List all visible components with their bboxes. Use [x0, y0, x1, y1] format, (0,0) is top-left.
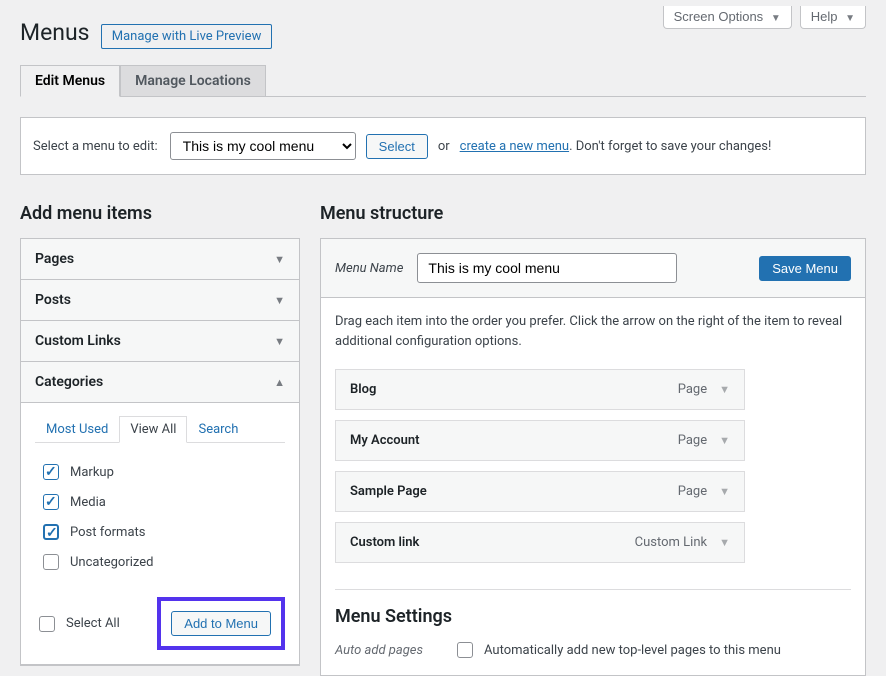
panel-posts-label: Posts — [35, 292, 71, 308]
menu-item[interactable]: Sample Page Page ▼ — [335, 471, 745, 512]
category-checkbox-post-formats[interactable] — [43, 524, 59, 540]
help-toggle[interactable]: Help ▼ — [800, 6, 866, 29]
select-menu-button[interactable]: Select — [366, 134, 428, 159]
panel-posts[interactable]: Posts ▼ — [21, 280, 299, 321]
live-preview-button[interactable]: Manage with Live Preview — [101, 24, 273, 49]
auto-add-pages-option[interactable]: Automatically add new top-level pages to… — [453, 639, 781, 661]
tab-edit-menus[interactable]: Edit Menus — [20, 65, 120, 97]
panel-pages[interactable]: Pages ▼ — [21, 239, 299, 280]
sub-tab-search[interactable]: Search — [187, 416, 249, 443]
help-label: Help — [811, 9, 838, 24]
caret-up-icon: ▲ — [274, 376, 285, 389]
caret-down-icon: ▼ — [274, 294, 285, 307]
category-item-post-formats[interactable]: Post formats — [39, 517, 281, 547]
separator — [335, 589, 851, 590]
menu-item[interactable]: My Account Page ▼ — [335, 420, 745, 461]
caret-down-icon[interactable]: ▼ — [719, 434, 730, 447]
panel-custom-links-label: Custom Links — [35, 333, 121, 349]
save-menu-button[interactable]: Save Menu — [759, 256, 851, 281]
category-item-uncategorized[interactable]: Uncategorized — [39, 547, 281, 577]
menu-item-name: Sample Page — [350, 484, 427, 499]
menu-item-type: Custom Link — [635, 535, 707, 550]
category-checkbox-media[interactable] — [43, 494, 59, 510]
panel-custom-links[interactable]: Custom Links ▼ — [21, 321, 299, 362]
screen-options-label: Screen Options — [674, 9, 764, 24]
menu-item-name: My Account — [350, 433, 420, 448]
page-title: Menus — [20, 10, 90, 50]
caret-down-icon: ▼ — [274, 335, 285, 348]
select-all-toggle[interactable]: Select All — [35, 613, 120, 635]
tab-manage-locations[interactable]: Manage Locations — [120, 65, 266, 96]
menu-item[interactable]: Custom link Custom Link ▼ — [335, 522, 745, 563]
menu-item-type: Page — [678, 382, 707, 397]
auto-add-pages-checkbox[interactable] — [457, 642, 473, 658]
edit-bar-tail: . Don't forget to save your changes! — [569, 139, 771, 154]
menu-item-name: Custom link — [350, 535, 419, 550]
or-text: or — [438, 139, 450, 154]
add-menu-items-heading: Add menu items — [20, 203, 300, 224]
create-new-menu-link[interactable]: create a new menu — [460, 139, 569, 154]
select-all-checkbox[interactable] — [39, 616, 55, 632]
menu-structure-heading: Menu structure — [320, 203, 866, 224]
menu-select-dropdown[interactable]: This is my cool menu — [170, 132, 356, 160]
menu-header: Menu Name Save Menu — [321, 239, 865, 298]
menu-name-label: Menu Name — [335, 261, 403, 276]
select-menu-label: Select a menu to edit: — [33, 139, 158, 154]
panel-pages-label: Pages — [35, 251, 74, 267]
caret-down-icon: ▼ — [845, 13, 855, 24]
panel-categories-body: Most Used View All Search Markup Media — [21, 415, 299, 665]
menu-items-accordion: Pages ▼ Posts ▼ Custom Links ▼ Categorie… — [20, 238, 300, 666]
sub-tab-most-used[interactable]: Most Used — [35, 416, 119, 443]
category-label: Post formats — [70, 525, 146, 540]
category-list: Markup Media Post formats Uncategor — [21, 453, 299, 581]
caret-down-icon[interactable]: ▼ — [719, 383, 730, 396]
select-all-label: Select All — [66, 616, 120, 631]
panel-categories[interactable]: Categories ▲ — [21, 362, 299, 403]
category-checkbox-markup[interactable] — [43, 464, 59, 480]
auto-add-pages-label: Auto add pages — [335, 643, 435, 658]
menu-item-type: Page — [678, 484, 707, 499]
category-checkbox-uncategorized[interactable] — [43, 554, 59, 570]
menu-item-type: Page — [678, 433, 707, 448]
nav-tabs: Edit MenusManage Locations — [20, 64, 866, 97]
menu-frame: Menu Name Save Menu Drag each item into … — [320, 238, 866, 676]
screen-options-toggle[interactable]: Screen Options ▼ — [663, 6, 792, 29]
menu-name-input[interactable] — [417, 253, 677, 283]
add-to-menu-button[interactable]: Add to Menu — [171, 611, 271, 636]
caret-down-icon[interactable]: ▼ — [719, 485, 730, 498]
panel-categories-label: Categories — [35, 374, 103, 390]
add-to-menu-highlight: Add to Menu — [157, 597, 285, 650]
auto-add-pages-desc: Automatically add new top-level pages to… — [484, 643, 781, 658]
category-item-media[interactable]: Media — [39, 487, 281, 517]
menu-item-name: Blog — [350, 382, 376, 397]
menu-settings-heading: Menu Settings — [335, 606, 851, 627]
caret-down-icon[interactable]: ▼ — [719, 536, 730, 549]
caret-down-icon: ▼ — [274, 253, 285, 266]
menu-select-bar: Select a menu to edit: This is my cool m… — [20, 117, 866, 175]
auto-add-pages-row: Auto add pages Automatically add new top… — [335, 639, 851, 661]
sub-tab-view-all[interactable]: View All — [119, 416, 187, 443]
category-label: Media — [70, 495, 106, 510]
instructions-text: Drag each item into the order you prefer… — [335, 312, 851, 351]
category-label: Uncategorized — [70, 555, 153, 570]
caret-down-icon: ▼ — [771, 13, 781, 24]
category-label: Markup — [70, 465, 114, 480]
category-sub-tabs: Most Used View All Search — [35, 415, 285, 443]
menu-item[interactable]: Blog Page ▼ — [335, 369, 745, 410]
category-item-markup[interactable]: Markup — [39, 457, 281, 487]
